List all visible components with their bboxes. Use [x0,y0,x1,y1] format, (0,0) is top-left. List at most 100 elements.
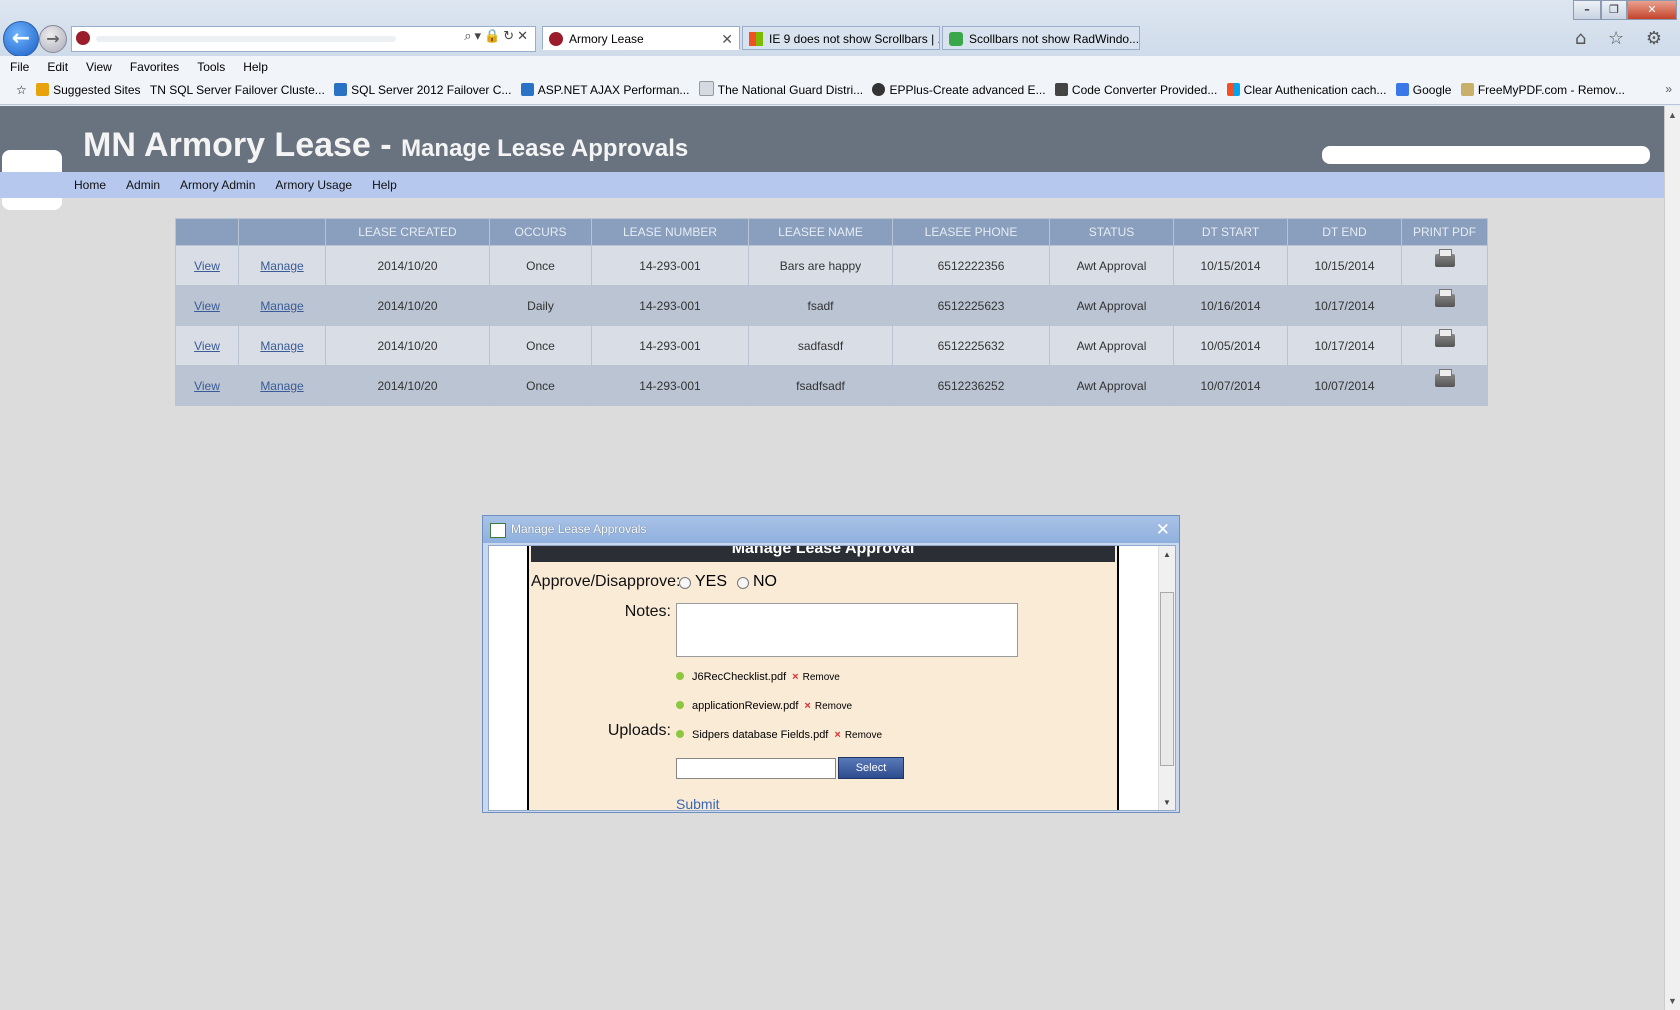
dialog-titlebar[interactable]: Manage Lease Approvals ✕ [483,516,1179,543]
view-link[interactable]: View [194,379,220,393]
scroll-down-icon[interactable]: ▼ [1668,996,1677,1006]
menu-help[interactable]: Help [233,56,276,74]
main-nav: Home Admin Armory Admin Armory Usage Help [0,172,1664,198]
view-link[interactable]: View [194,299,220,313]
close-window-button[interactable]: ✕ [1627,0,1677,20]
column-header [175,218,239,246]
column-header[interactable]: Print PDF [1401,218,1488,246]
favorite-link[interactable]: Suggested Sites [36,78,141,102]
column-header[interactable]: DT Start [1173,218,1288,246]
restore-button[interactable]: ❐ [1601,0,1627,20]
view-link[interactable]: View [194,339,220,353]
printer-icon[interactable] [1434,368,1455,387]
favorite-link[interactable]: Code Converter Provided... [1054,78,1217,102]
uploaded-file: Sidpers database Fields.pdf × Remove [676,729,882,741]
yes-radio[interactable] [679,577,691,589]
terminal-icon [1054,83,1068,96]
wordpress-icon [334,83,348,96]
favorite-link[interactable]: TN SQL Server Failover Cluste... [150,78,325,102]
scroll-down-icon[interactable]: ▼ [1163,798,1171,807]
occurs-cell: Once [489,245,592,286]
favorites-star-icon[interactable]: ☆ [16,78,27,102]
view-link[interactable]: View [194,259,220,273]
address-bar[interactable]: ⌕▾🔒↻✕ [71,26,536,52]
manage-link[interactable]: Manage [260,339,303,353]
manage-link[interactable]: Manage [260,259,303,273]
favorite-link[interactable]: Google [1395,78,1451,102]
site-header: MN Armory Lease - Manage Lease Approvals [0,106,1664,210]
armory-favicon-icon [549,32,563,46]
dt-start-cell: 10/16/2014 [1173,285,1288,326]
nav-armory-usage[interactable]: Armory Usage [275,172,352,198]
favorite-link[interactable]: FreeMyPDF.com - Remov... [1460,78,1625,102]
favorite-link[interactable]: ASP.NET AJAX Performan... [520,78,689,102]
tab-ie9-scrollbars[interactable]: IE 9 does not show Scrollbars | ... [742,26,940,50]
column-header[interactable]: Status [1049,218,1174,246]
chevron-right-icon[interactable]: » [1665,82,1672,96]
remove-icon[interactable]: × [792,671,798,683]
scroll-thumb[interactable] [1160,592,1174,766]
tab-radwindow-scrollbars[interactable]: Scollbars not show RadWindo... [942,26,1140,50]
favorite-link[interactable]: EPPlus-Create advanced E... [872,78,1046,102]
nav-home[interactable]: Home [74,172,106,198]
column-header[interactable]: Lease Number [591,218,749,246]
tab-armory-lease[interactable]: Armory Lease ✕ [542,26,740,50]
favorite-link[interactable]: The National Guard Distri... [698,78,863,102]
cell [1401,285,1488,326]
submit-link[interactable]: Submit [676,796,720,810]
dt-end-cell: 10/17/2014 [1287,285,1402,326]
back-button[interactable]: ← [3,21,39,57]
favorite-link[interactable]: SQL Server 2012 Failover C... [334,78,511,102]
no-radio[interactable] [737,577,749,589]
address-tools[interactable]: ⌕▾🔒↻✕ [464,29,531,44]
file-status-icon [676,730,684,738]
yes-label[interactable]: YES [695,573,727,591]
printer-icon[interactable] [1434,328,1455,347]
nav-help[interactable]: Help [372,172,397,198]
favorite-link[interactable]: Clear Authenication cach... [1226,78,1386,102]
remove-icon[interactable]: × [804,700,810,712]
column-header[interactable]: Lease Created [325,218,490,246]
scroll-up-icon[interactable]: ▲ [1668,110,1677,120]
nav-armory-admin[interactable]: Armory Admin [180,172,255,198]
lease-number-cell: 14-293-001 [591,365,749,406]
close-icon[interactable]: ✕ [1156,516,1170,543]
printer-icon[interactable] [1434,288,1455,307]
home-favorites-settings-icons[interactable]: ⌂ ☆ ⚙ [1575,28,1670,49]
manage-link[interactable]: Manage [260,379,303,393]
tab-close-icon[interactable]: ✕ [721,27,733,49]
remove-link[interactable]: Remove [845,730,882,741]
column-header[interactable]: DT End [1287,218,1402,246]
tab-label: IE 9 does not show Scrollbars | ... [769,32,940,46]
column-header[interactable]: Leasee Phone [892,218,1050,246]
menu-favorites[interactable]: Favorites [120,56,187,74]
remove-icon[interactable]: × [834,729,840,741]
notes-textarea[interactable] [676,603,1018,657]
tab-label: Armory Lease [569,32,644,46]
column-header[interactable]: Occurs [489,218,592,246]
menu-file[interactable]: File [0,56,37,74]
leasee-name-cell: Bars are happy [748,245,893,286]
minimize-button[interactable]: – [1573,0,1601,20]
upload-file-input[interactable] [676,758,836,779]
nav-admin[interactable]: Admin [126,172,160,198]
menu-tools[interactable]: Tools [187,56,233,74]
remove-link[interactable]: Remove [803,672,840,683]
status-cell: Awt Approval [1049,365,1174,406]
select-file-button[interactable]: Select [838,757,904,779]
menu-view[interactable]: View [76,56,120,74]
leasee-phone-cell: 6512225623 [892,285,1050,326]
remove-link[interactable]: Remove [815,701,852,712]
column-header[interactable]: Leasee Name [748,218,893,246]
scroll-up-icon[interactable]: ▲ [1163,550,1171,559]
menu-edit[interactable]: Edit [37,56,76,74]
wordpress-icon [520,83,534,96]
manage-link[interactable]: Manage [260,299,303,313]
no-label[interactable]: NO [753,573,777,591]
printer-icon[interactable] [1434,248,1455,267]
dialog-scrollbar[interactable]: ▲ ▼ [1158,546,1175,810]
forward-button[interactable]: → [39,25,67,53]
page-scrollbar[interactable]: ▲ ▼ [1664,106,1680,1010]
bing-icon [36,83,50,96]
occurs-cell: Once [489,365,592,406]
